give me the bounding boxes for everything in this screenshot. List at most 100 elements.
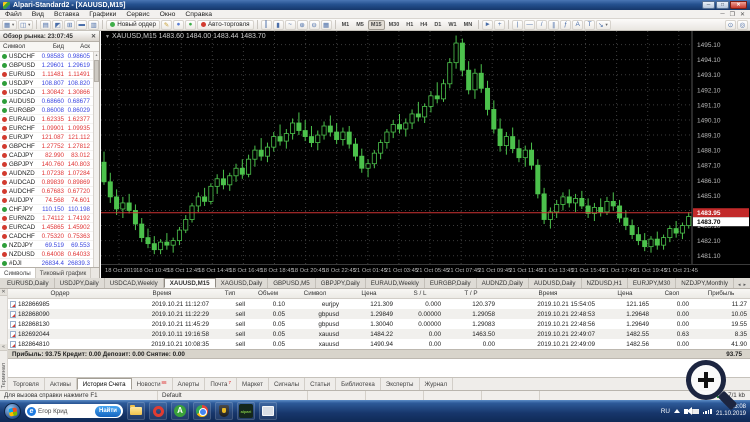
market-watch-row-GBPJPY[interactable]: GBPJPY 140.760 140.803 <box>0 160 99 169</box>
menu-Файл[interactable]: Файл <box>0 11 27 18</box>
chart-tab-EURAUD,Weekly[interactable]: EURAUD,Weekly <box>366 278 425 288</box>
market-watch-row-EURJPY[interactable]: EURJPY 121.087 121.112 <box>0 133 99 142</box>
menu-Окно[interactable]: Окно <box>155 11 181 18</box>
explorer-taskbar-icon[interactable] <box>127 402 145 420</box>
terminal-col-3[interactable]: Объем <box>248 290 288 297</box>
tile-windows-icon[interactable]: ▦ <box>320 19 332 30</box>
terminal-tab-Алерты[interactable]: Алерты <box>173 378 206 390</box>
notepad-taskbar-icon[interactable] <box>259 402 277 420</box>
new-order-button[interactable]: Новый ордер <box>106 19 160 30</box>
bars-chart-icon[interactable]: ║ <box>260 19 272 30</box>
terminal-close-icon[interactable]: ✕ <box>0 289 7 296</box>
start-button[interactable] <box>4 402 21 420</box>
terminal-col-4[interactable]: Символ <box>288 290 342 297</box>
market-watch-row-CHFJPY[interactable]: CHFJPY 110.150 110.198 <box>0 205 99 214</box>
market-watch-row-NZDUSD[interactable]: NZDUSD 0.64008 0.64033 <box>0 250 99 259</box>
mw-tab-Символы[interactable]: Символы <box>0 268 36 278</box>
chart-area[interactable]: ▼ XAUUSD,M15 1483.60 1484.00 1483.44 1483… <box>101 31 750 278</box>
chart-tabs-scroll[interactable]: ◂ ▸ <box>738 282 750 288</box>
market-watch-row-EURAUD[interactable]: EURAUD 1.62335 1.62377 <box>0 115 99 124</box>
strategy-tester-toggle-icon[interactable]: ▥ <box>88 19 100 30</box>
menu-Вид[interactable]: Вид <box>27 11 49 18</box>
minimize-button[interactable]: ─ <box>702 1 715 9</box>
market-watch-row-USDJPY[interactable]: USDJPY 108.807 108.820 <box>0 79 99 88</box>
terminal-col-2[interactable]: Тип <box>212 290 248 297</box>
terminal-tab-Сигналы[interactable]: Сигналы <box>269 378 306 390</box>
autotrading-button[interactable]: Авто-торговля <box>196 19 254 30</box>
timeframe-W1[interactable]: W1 <box>445 20 459 30</box>
chart-tab-USDCAD,Weekly[interactable]: USDCAD,Weekly <box>105 278 164 288</box>
menu-Сервис[interactable]: Сервис <box>121 11 154 18</box>
timeframe-M15[interactable]: M15 <box>367 19 385 30</box>
terminal-tab-Журнал[interactable]: Журнал <box>420 378 454 390</box>
cursor-icon[interactable]: ► <box>482 19 494 30</box>
terminal-tab-Новости[interactable]: Новости 88 <box>132 378 173 390</box>
terminal-tab-Эксперты[interactable]: Эксперты <box>381 378 420 390</box>
timeframe-D1[interactable]: D1 <box>431 20 444 30</box>
order-row-182692044[interactable]: 182692044 2019.10.11 19:16:58 sell 0.05 xauu… <box>8 329 750 339</box>
crosshair-icon[interactable]: + <box>494 19 506 30</box>
terminal-col-11[interactable]: Прибыль <box>692 290 750 297</box>
terminal-col-9[interactable]: Цена <box>598 290 652 297</box>
language-indicator[interactable]: RU <box>661 408 670 415</box>
alpari-taskbar-icon[interactable]: alpari <box>237 402 255 420</box>
profiles-icon[interactable]: ◫ ▼ <box>18 19 34 30</box>
channel-icon[interactable]: ∥ <box>548 19 560 30</box>
market-watch-row-CADJPY[interactable]: CADJPY 82.990 83.012 <box>0 151 99 160</box>
horizontal-line-icon[interactable]: — <box>524 19 536 30</box>
search-input[interactable]: Егор Крид <box>38 408 93 415</box>
chart-tab-NZDUSD,H1[interactable]: NZDUSD,H1 <box>582 278 628 288</box>
timeframe-M1[interactable]: M1 <box>339 20 353 30</box>
terminal-tab-Маркет[interactable]: Маркет <box>237 378 269 390</box>
market-watch-row-EURGBP[interactable]: EURGBP 0.86008 0.86029 <box>0 106 99 115</box>
market-watch-row-EURUSD[interactable]: EURUSD 1.11481 1.11491 <box>0 70 99 79</box>
terminal-side-label[interactable]: Терминал <box>1 363 7 388</box>
zoom-in-icon[interactable]: ⊕ <box>296 19 308 30</box>
market-watch-row-AUDJPY[interactable]: AUDJPY 74.568 74.601 <box>0 196 99 205</box>
market-watch-row-AUDUSD[interactable]: AUDUSD 0.68660 0.68677 <box>0 97 99 106</box>
chart-tab-EURUSD,Daily[interactable]: EURUSD,Daily <box>2 278 55 288</box>
menu-Справка[interactable]: Справка <box>180 11 217 18</box>
candlestick-chart[interactable]: 1495.10 1494.10 1493.10 1492.10 1491.10 1490.… <box>101 31 750 264</box>
terminal-collapse-icon[interactable]: « <box>0 344 7 351</box>
market-watch-row-EURNZD[interactable]: EURNZD 1.74112 1.74192 <box>0 214 99 223</box>
expand-ohlc-icon[interactable]: ▼ <box>105 34 110 40</box>
terminal-col-1[interactable]: Время <box>112 290 212 297</box>
chart-tab-AUDUSD,Daily[interactable]: AUDUSD,Daily <box>529 278 582 288</box>
mw-tab-Тиковый график[interactable]: Тиковый график <box>36 268 92 278</box>
chart-tab-USDJPY,Daily[interactable]: USDJPY,Daily <box>55 278 105 288</box>
order-row-182868090[interactable]: 182868090 2019.10.21 11:22:29 sell 0.05 gbpu… <box>8 309 750 319</box>
arrows-icon[interactable]: ↘ ▼ <box>596 19 611 30</box>
terminal-col-5[interactable]: Цена <box>342 290 396 297</box>
terminal-col-8[interactable]: Время <box>498 290 598 297</box>
history-center-icon[interactable]: ● <box>184 19 196 30</box>
terminal-toggle-icon[interactable]: ▬ <box>76 19 88 30</box>
navigator-toggle-icon[interactable]: ⊞ <box>64 19 76 30</box>
timeframe-M30[interactable]: M30 <box>386 20 403 30</box>
fibonacci-icon[interactable]: ƒ <box>560 19 572 30</box>
app-a-taskbar-icon[interactable]: A <box>171 402 189 420</box>
market-watch-row-AUDNZD[interactable]: AUDNZD 1.07238 1.07284 <box>0 169 99 178</box>
market-watch-row-GBPUSD[interactable]: GBPUSD 1.29601 1.29619 <box>0 61 99 70</box>
order-row-182868130[interactable]: 182868130 2019.10.21 11:45:29 sell 0.05 gbpu… <box>8 319 750 329</box>
metaeditor-icon[interactable]: ✎ <box>160 19 172 30</box>
market-watch-row-USDCHF[interactable]: USDCHF 0.98583 0.98605 <box>0 52 99 61</box>
market-watch-row-NZDJPY[interactable]: NZDJPY 69.519 69.553 <box>0 241 99 250</box>
terminal-col-0[interactable]: Ордер <box>8 290 112 297</box>
network-icon[interactable] <box>702 408 712 414</box>
terminal-tab-Торговля[interactable]: Торговля <box>8 378 45 390</box>
menu-Графики[interactable]: Графики <box>84 11 121 18</box>
chart-tab-GBPUSD,M5[interactable]: GBPUSD,M5 <box>268 278 316 288</box>
order-row-182864810[interactable]: 182864810 2019.10.21 10:08:35 sell 0.05 xauu… <box>8 339 750 349</box>
market-watch-toggle-icon[interactable]: ▤ <box>40 19 52 30</box>
label-icon[interactable]: T <box>584 19 596 30</box>
market-watch-row-EURCAD[interactable]: EURCAD 1.45865 1.45902 <box>0 223 99 232</box>
experts-icon[interactable]: ● <box>172 19 184 30</box>
market-watch-scrollbar[interactable]: ▴ <box>93 52 99 267</box>
timeframe-MN[interactable]: MN <box>461 20 476 30</box>
text-icon[interactable]: A <box>572 19 584 30</box>
terminal-tab-История Счета[interactable]: История Счета <box>76 378 132 390</box>
chrome-taskbar-icon[interactable] <box>193 402 211 420</box>
timeframe-H4[interactable]: H4 <box>417 20 430 30</box>
chart-tab-XAGUSD,Daily[interactable]: XAGUSD,Daily <box>216 278 269 288</box>
